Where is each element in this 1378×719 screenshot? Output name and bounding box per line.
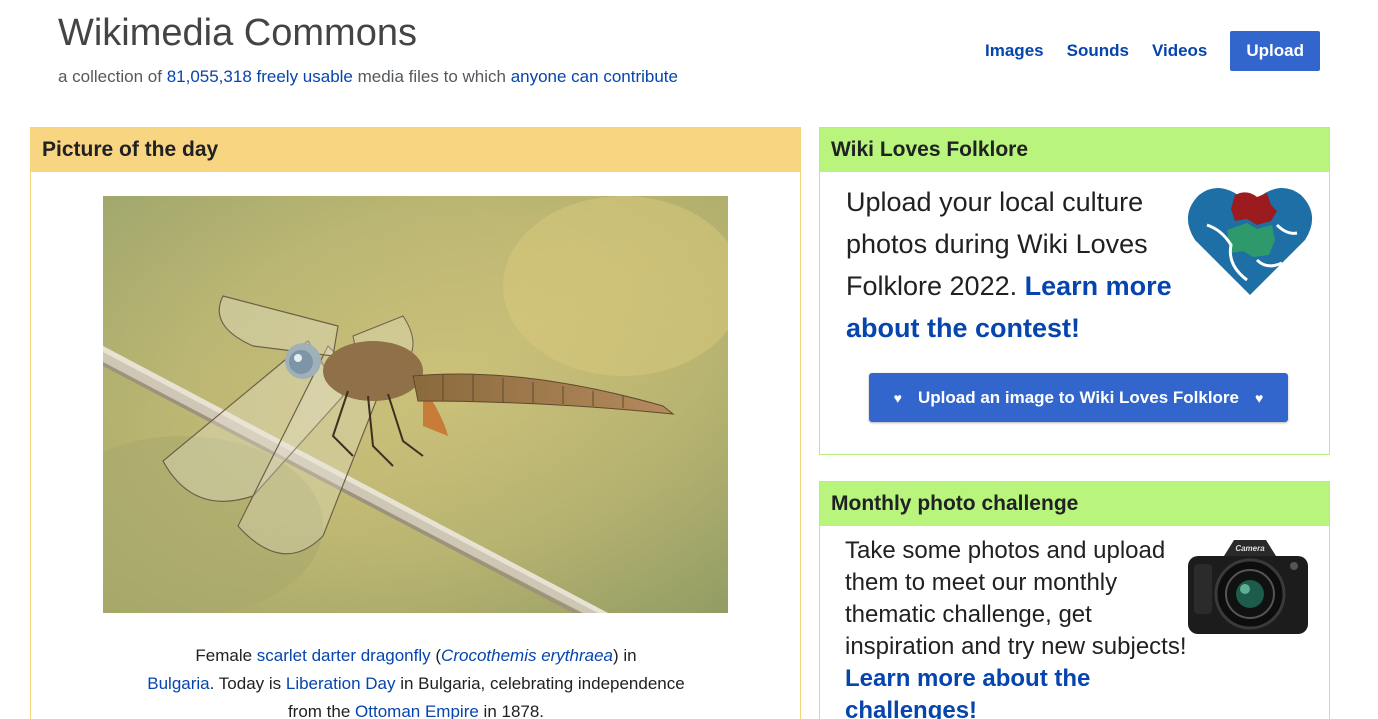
upload-button[interactable]: Upload — [1230, 31, 1320, 71]
nav-videos-link[interactable]: Videos — [1152, 41, 1207, 61]
mpc-description: Take some photos and upload them to meet… — [845, 535, 1205, 719]
camera-icon[interactable]: Camera — [1184, 534, 1312, 638]
wlf-button-label: Upload an image to Wiki Loves Folklore — [917, 387, 1240, 407]
scarlet-darter-link[interactable]: scarlet darter dragonfly — [257, 646, 431, 665]
wlf-description: Upload your local culture photos during … — [846, 181, 1176, 349]
camera-label: Camera — [1235, 544, 1265, 553]
site-title[interactable]: Wikimedia Commons — [58, 12, 417, 55]
wlf-heading: Wiki Loves Folklore — [820, 128, 1329, 172]
bulgaria-link[interactable]: Bulgaria — [147, 674, 209, 693]
wiki-loves-folklore-box: Wiki Loves Folklore Upload your local cu… — [819, 127, 1330, 455]
puzzle-heart-icon[interactable] — [1187, 185, 1313, 297]
mpc-text: Take some photos and upload them to meet… — [845, 537, 1187, 660]
ottoman-empire-link[interactable]: Ottoman Empire — [355, 702, 479, 719]
caption-text: ( — [430, 646, 442, 665]
nav-images-link[interactable]: Images — [985, 41, 1044, 61]
upload-to-wlf-button[interactable]: ♥ Upload an image to Wiki Loves Folklore… — [869, 373, 1288, 422]
picture-of-the-day-box: Picture of the day Female scarlet darter… — [30, 127, 801, 719]
heart-icon: ♥ — [1255, 389, 1264, 406]
dragonfly-picture — [103, 196, 728, 613]
file-count-link[interactable]: 81,055,318 freely usable — [167, 67, 353, 86]
potd-dragonfly-image[interactable] — [103, 196, 728, 613]
tagline-middle: media files to which — [352, 67, 511, 86]
caption-text: . Today is — [209, 674, 286, 693]
monthly-photo-challenge-box: Monthly photo challenge Take some photos… — [819, 481, 1330, 719]
caption-text: Female — [195, 646, 257, 665]
mpc-heading: Monthly photo challenge — [820, 482, 1329, 526]
caption-text: in 1878. — [478, 702, 545, 719]
contribute-link[interactable]: anyone can contribute — [511, 67, 678, 86]
tagline-prefix: a collection of — [58, 67, 167, 86]
heart-icon: ♥ — [893, 389, 902, 406]
potd-heading: Picture of the day — [31, 128, 800, 172]
caption-text: ) in — [613, 646, 637, 665]
potd-caption: Female scarlet darter dragonfly (Crocoth… — [131, 642, 701, 719]
tagline: a collection of 81,055,318 freely usable… — [58, 67, 678, 87]
nav-sounds-link[interactable]: Sounds — [1067, 41, 1129, 61]
top-navigation: Images Sounds Videos Upload — [985, 31, 1320, 71]
species-link[interactable]: Crocothemis erythraea — [441, 646, 613, 665]
mpc-learn-more-link[interactable]: Learn more about the challenges! — [845, 665, 1090, 719]
liberation-day-link[interactable]: Liberation Day — [286, 674, 396, 693]
